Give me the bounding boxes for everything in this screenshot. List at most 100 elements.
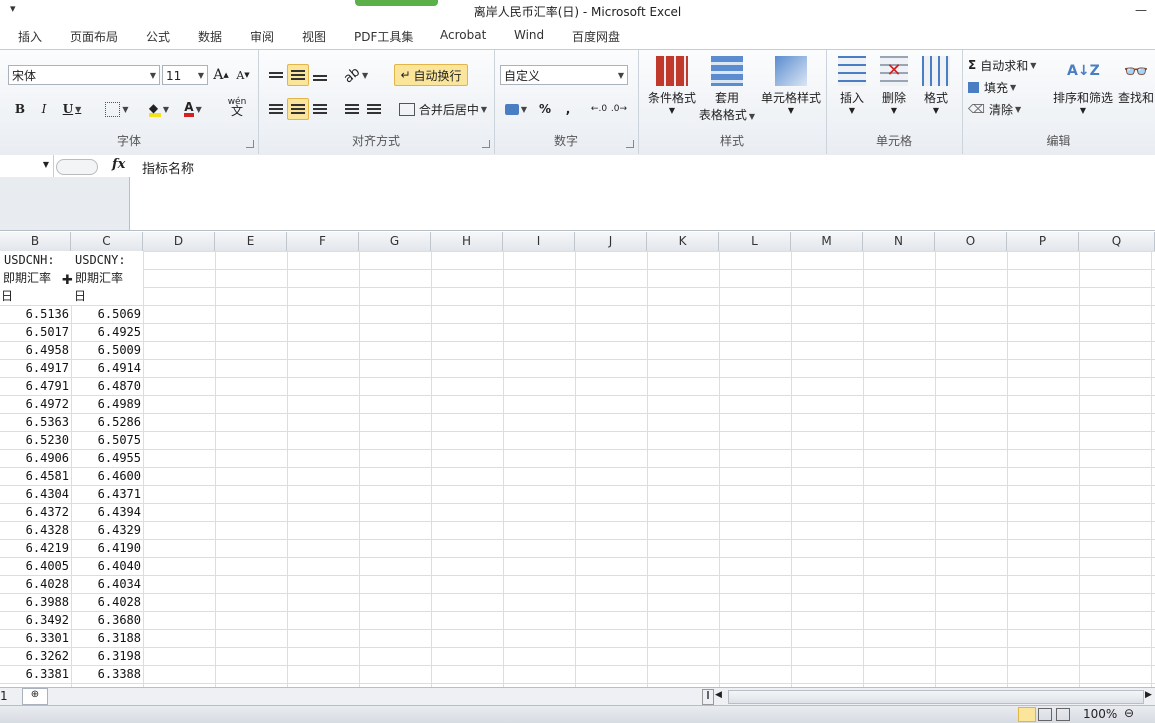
table-cell[interactable]: 6.4917	[0, 359, 71, 377]
table-cell[interactable]: 6.4028	[71, 593, 143, 611]
orientation-button[interactable]: ab ▼	[341, 64, 370, 86]
font-size-combo[interactable]: 11 ▼	[162, 65, 208, 85]
table-cell[interactable]: 6.4581	[0, 467, 71, 485]
align-middle-button[interactable]	[287, 64, 309, 86]
column-header[interactable]: D	[143, 232, 215, 251]
table-cell[interactable]: 6.5069	[71, 305, 143, 323]
table-cell[interactable]: 6.3988	[0, 593, 71, 611]
column-header[interactable]: B	[0, 232, 71, 251]
table-cell[interactable]: 6.4034	[71, 575, 143, 593]
phonetic-button[interactable]: wén 文	[220, 96, 254, 118]
font-name-combo[interactable]: 宋体 ▼	[8, 65, 160, 85]
table-cell[interactable]: 6.4219	[0, 539, 71, 557]
table-cell[interactable]: 6.3198	[71, 647, 143, 665]
font-color-button[interactable]: A ▼	[178, 98, 208, 120]
table-cell[interactable]: 6.5230	[0, 431, 71, 449]
table-cell[interactable]: 6.4958	[0, 341, 71, 359]
underline-button[interactable]: U ▼	[58, 98, 86, 120]
find-select-button[interactable]: 👓 查找和	[1116, 56, 1155, 106]
increase-indent-button[interactable]	[364, 98, 384, 120]
bold-button[interactable]: B	[10, 98, 30, 120]
clear-button[interactable]: ⌫ 清除 ▼	[968, 98, 1021, 120]
table-cell[interactable]: 6.4906	[0, 449, 71, 467]
format-as-table-button[interactable]: 套用 表格格式 ▼	[696, 56, 758, 123]
scroll-left-icon[interactable]: ◀	[715, 690, 722, 700]
dialog-launcher-icon[interactable]	[246, 140, 254, 148]
table-cell[interactable]: 6.3262	[0, 647, 71, 665]
fill-color-button[interactable]: ◆ ▼	[144, 98, 174, 120]
tab-insert[interactable]: 插入	[18, 28, 42, 45]
italic-button[interactable]: I	[34, 98, 54, 120]
horizontal-scroll-thumb[interactable]	[729, 691, 1143, 703]
borders-button[interactable]: ▼	[102, 98, 132, 120]
column-header[interactable]: N	[863, 232, 935, 251]
table-cell[interactable]: 6.5286	[71, 413, 143, 431]
insert-function-icon[interactable]: fx	[112, 157, 125, 172]
table-cell[interactable]: 6.5363	[0, 413, 71, 431]
column-header[interactable]: C	[71, 232, 143, 251]
shrink-font-button[interactable]: A ▼	[234, 64, 252, 86]
worksheet-grid[interactable]: USDCNH: 即期汇率 日 USDCNY: 即期汇率 日 ✚ 6.5136 6.…	[0, 251, 1155, 687]
zoom-level[interactable]: 100%	[1083, 707, 1117, 721]
column-header[interactable]: M	[791, 232, 863, 251]
tab-data[interactable]: 数据	[198, 28, 222, 45]
scroll-right-icon[interactable]: ▶	[1145, 690, 1152, 700]
tab-wind[interactable]: Wind	[514, 28, 544, 42]
table-cell[interactable]: 6.3188	[71, 629, 143, 647]
tab-pdf-tools[interactable]: PDF工具集	[354, 28, 413, 45]
format-cells-button[interactable]: 格式 ▼	[916, 56, 956, 115]
column-header[interactable]: Q	[1079, 232, 1155, 251]
column-header[interactable]: J	[575, 232, 647, 251]
zoom-out-icon[interactable]: ⊖	[1124, 706, 1134, 720]
table-cell[interactable]: 6.4955	[71, 449, 143, 467]
formula-bar-resize-handle[interactable]	[56, 159, 98, 175]
column-header[interactable]: P	[1007, 232, 1079, 251]
decrease-indent-button[interactable]	[342, 98, 362, 120]
formula-content[interactable]: 指标名称	[142, 158, 194, 177]
table-cell[interactable]: 6.5136	[0, 305, 71, 323]
wrap-text-button[interactable]: ↵ 自动换行	[394, 64, 468, 86]
table-cell[interactable]: 6.4394	[71, 503, 143, 521]
table-cell[interactable]: 6.4989	[71, 395, 143, 413]
sort-filter-button[interactable]: A↓Z 排序和筛选 ▼	[1050, 56, 1116, 115]
table-cell[interactable]: 6.4371	[71, 485, 143, 503]
sheet-tab-number[interactable]: 1	[0, 689, 8, 703]
increase-decimal-button[interactable]: ←.0	[590, 98, 608, 120]
table-cell[interactable]: 6.5009	[71, 341, 143, 359]
column-header[interactable]: K	[647, 232, 719, 251]
column-header[interactable]: E	[215, 232, 287, 251]
column-header[interactable]: I	[503, 232, 575, 251]
column-header[interactable]: O	[935, 232, 1007, 251]
page-layout-view-icon[interactable]	[1038, 708, 1052, 721]
tab-acrobat[interactable]: Acrobat	[440, 28, 486, 42]
merge-center-button[interactable]: 合并后居中 ▼	[396, 98, 490, 120]
percent-button[interactable]: %	[536, 98, 554, 120]
table-cell[interactable]: 6.3680	[71, 611, 143, 629]
align-top-button[interactable]	[266, 64, 286, 86]
header-cell-c[interactable]: USDCNY: 即期汇率 日	[71, 251, 144, 306]
table-cell[interactable]: 6.4329	[71, 521, 143, 539]
table-cell[interactable]: 6.4600	[71, 467, 143, 485]
column-header[interactable]: F	[287, 232, 359, 251]
table-cell[interactable]: 6.4791	[0, 377, 71, 395]
cell-styles-button[interactable]: 单元格样式 ▼	[758, 56, 824, 115]
tab-view[interactable]: 视图	[302, 28, 326, 45]
tab-baidu-netdisk[interactable]: 百度网盘	[572, 28, 620, 45]
table-cell[interactable]: 6.3492	[0, 611, 71, 629]
comma-button[interactable]: ,	[560, 98, 576, 120]
table-cell[interactable]: 6.4972	[0, 395, 71, 413]
table-cell[interactable]: 6.4040	[71, 557, 143, 575]
fill-button[interactable]: 填充 ▼	[968, 76, 1016, 98]
decrease-decimal-button[interactable]: .0→	[610, 98, 628, 120]
table-cell[interactable]: 6.4304	[0, 485, 71, 503]
delete-cells-button[interactable]: ✕ 删除 ▼	[874, 56, 914, 115]
name-box[interactable]: ▼	[0, 155, 54, 178]
dialog-launcher-icon[interactable]	[626, 140, 634, 148]
page-break-view-icon[interactable]	[1056, 708, 1070, 721]
column-header[interactable]: H	[431, 232, 503, 251]
table-cell[interactable]: 6.5075	[71, 431, 143, 449]
align-right-button[interactable]	[310, 98, 330, 120]
table-cell[interactable]: 6.4005	[0, 557, 71, 575]
align-bottom-button[interactable]	[310, 64, 330, 86]
table-cell[interactable]: 6.4372	[0, 503, 71, 521]
